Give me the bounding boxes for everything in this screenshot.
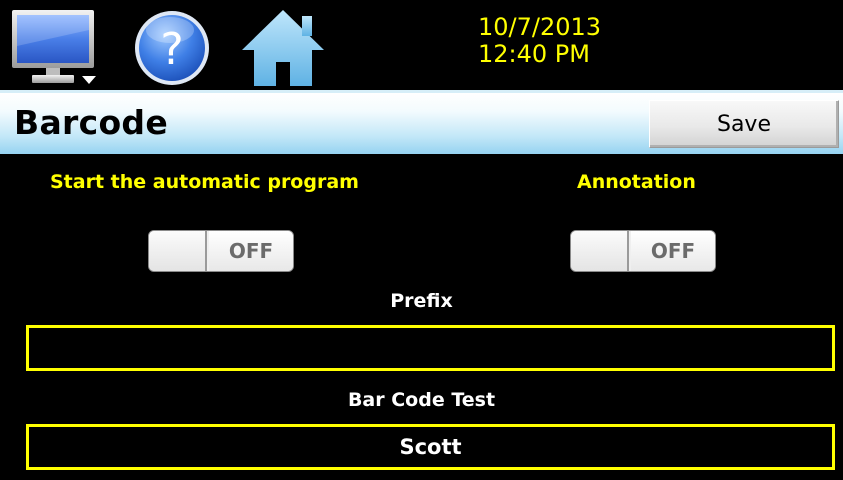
- autostart-toggle[interactable]: OFF: [148, 230, 294, 272]
- top-bar: ? 10/7/2013 12:40 PM: [0, 0, 843, 90]
- barcode-test-field[interactable]: Scott: [26, 424, 835, 470]
- help-icon[interactable]: ?: [130, 6, 214, 88]
- toggle-state: OFF: [209, 231, 293, 271]
- toggle-knob: [149, 231, 207, 271]
- svg-text:?: ?: [160, 24, 183, 75]
- prefix-field[interactable]: [26, 325, 835, 371]
- home-icon[interactable]: [240, 6, 326, 88]
- autostart-label: Start the automatic program: [50, 171, 359, 193]
- toggle-knob: [571, 231, 629, 271]
- barcode-test-label: Bar Code Test: [347, 389, 496, 411]
- monitor-icon[interactable]: [10, 6, 102, 88]
- time-text: 12:40 PM: [478, 40, 590, 68]
- save-button[interactable]: Save: [649, 100, 839, 148]
- page-title: Barcode: [14, 103, 169, 142]
- title-bar: Barcode Save: [0, 90, 843, 154]
- toggle-state: OFF: [631, 231, 715, 271]
- prefix-label: Prefix: [390, 290, 453, 312]
- date-time: 10/7/2013 12:40 PM: [478, 14, 601, 68]
- annotation-label: Annotation: [577, 171, 696, 193]
- date-text: 10/7/2013: [478, 13, 602, 41]
- annotation-toggle[interactable]: OFF: [570, 230, 716, 272]
- barcode-screen: ? 10/7/2013 12:40 PM Barcode Save Start …: [0, 0, 843, 480]
